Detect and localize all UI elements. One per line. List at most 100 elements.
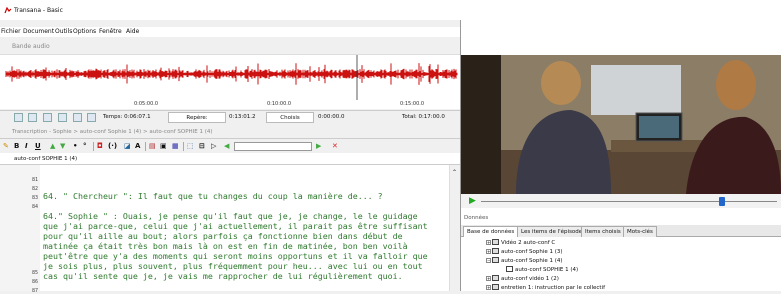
menu-options[interactable]: Options (73, 28, 96, 35)
media-icon (492, 248, 499, 254)
transcript-line: je sois plus, plus souvent, plus fréquem… (43, 261, 423, 271)
video-controls: ▶ (461, 194, 781, 208)
donnees-tabs: Base de données Les items de l'épisode I… (461, 225, 781, 237)
tree-item-label: auto-conf Sophie 1 (3) (501, 249, 563, 255)
menu-outils[interactable]: Outils (55, 28, 72, 35)
snapshot-tool-icon[interactable]: ◪ (124, 142, 131, 150)
underline-button[interactable]: U (35, 142, 41, 150)
tab-mots-cles[interactable]: Mots-clés (623, 226, 657, 237)
transcript-line: 64. " Chercheur ": Il faut que tu change… (43, 191, 383, 201)
edit-icon[interactable]: ✎ (3, 142, 9, 150)
expand-icon[interactable]: + (486, 249, 491, 254)
document-tab[interactable]: auto-conf SOPHIE 1 (4) (0, 153, 460, 165)
video-frame-graphic (461, 55, 781, 194)
tree-item-label: Vidéo 2 auto-conf C (501, 240, 556, 246)
document-tab-label: auto-conf SOPHIE 1 (4) (14, 156, 78, 162)
tab-items-episode[interactable]: Les items de l'épisode (517, 226, 587, 237)
tree-item[interactable]: auto-conf SOPHIE 1 (4) (506, 266, 578, 273)
save-icon[interactable]: ▦ (172, 142, 179, 150)
video-player[interactable] (461, 55, 781, 194)
play-icon[interactable]: ▶ (469, 196, 476, 206)
search-input[interactable] (234, 142, 312, 151)
tree-item[interactable]: + auto-conf vidéo 1 (2) (486, 275, 559, 282)
tree-item[interactable]: + Vidéo 2 auto-conf C (486, 239, 555, 246)
scroll-up-icon[interactable]: ⌃ (452, 169, 457, 176)
list-icon[interactable] (14, 113, 23, 122)
choisis-label: Choisis (280, 115, 300, 121)
temps-label: Temps: 0:06:07.1 (103, 114, 151, 120)
expand-icon[interactable]: + (486, 276, 491, 281)
menu-fenetre[interactable]: Fenêtre (99, 28, 122, 35)
repere-value: 0:13:01.2 (229, 114, 256, 120)
total-label: Total: 0:17:00.0 (402, 114, 445, 120)
choisis-value: 0:00:00.0 (318, 114, 345, 120)
zoom-in-icon[interactable] (28, 113, 37, 122)
ruler-tick: 0:05:00.0 (134, 101, 159, 107)
timecode-icon[interactable]: (·) (108, 142, 117, 150)
menu-document[interactable]: Document (23, 28, 54, 35)
tree-item-label: entretien 1: instruction par le collecti… (501, 285, 606, 291)
expand-icon[interactable]: + (486, 240, 491, 245)
search-back-icon[interactable]: ◀ (224, 142, 229, 150)
choisis-button[interactable]: Choisis (266, 112, 314, 123)
editor-scrollbar[interactable]: ⌃ (449, 165, 460, 291)
snapshot-icon[interactable] (73, 113, 82, 122)
tab-items-choisis[interactable]: Items choisis (581, 226, 625, 237)
dot-icon[interactable]: • (73, 142, 77, 150)
tree-item[interactable]: − auto-conf Sophie 1 (4) (486, 257, 563, 264)
search-icon[interactable]: ⬚ (187, 142, 194, 150)
seek-slider[interactable] (719, 197, 725, 206)
seek-track[interactable] (481, 201, 777, 202)
search-forward-icon[interactable]: ▶ (316, 142, 321, 150)
fall-icon[interactable]: ▼ (60, 142, 65, 150)
refresh-icon[interactable] (87, 113, 96, 122)
collapse-icon[interactable]: − (486, 258, 491, 263)
repere-button[interactable]: Repère: (168, 112, 226, 123)
rise-icon[interactable]: ▲ (50, 142, 55, 150)
breadcrumb-text: Transcription - Sophie > auto-conf Sophi… (12, 129, 213, 135)
app-logo-icon (4, 6, 12, 14)
degree-icon[interactable]: ° (83, 142, 87, 150)
tree-item[interactable]: + auto-conf Sophie 1 (3) (486, 248, 563, 255)
breadcrumb: Transcription - Sophie > auto-conf Sophi… (0, 127, 460, 137)
waveform[interactable] (0, 54, 460, 101)
print-icon[interactable]: ▤ (149, 142, 156, 150)
italic-button[interactable]: I (25, 142, 28, 150)
media-icon (492, 257, 499, 263)
separator (183, 142, 184, 151)
audio-header: Bande audio (0, 38, 460, 54)
time-ruler: 0:05:00.0 0:10:00.0 0:15:00.0 (0, 100, 460, 109)
media-icon (492, 239, 499, 245)
line-number: 84 (32, 204, 39, 210)
split-icon[interactable]: ⊟ (199, 142, 205, 150)
media-icon (492, 284, 499, 290)
repere-label: Repère: (186, 115, 208, 121)
title-bar: Transana - Basic (0, 0, 781, 20)
pause-icon[interactable]: ◘ (97, 142, 103, 150)
image-icon[interactable]: ▣ (160, 142, 167, 150)
donnees-label: Données (464, 215, 489, 221)
tree-item[interactable]: + entretien 1: instruction par le collect… (486, 284, 605, 291)
line-number: 87 (32, 288, 39, 294)
font-icon[interactable]: A (135, 142, 140, 150)
line-number: 85 (32, 270, 39, 276)
tree-item-label: auto-conf Sophie 1 (4) (501, 258, 563, 264)
format-toolbar: ✎ B I U ▲ ▼ • ° ◘ (·) ◪ A ▤ ▣ ▦ ⬚ ⊟ ▷ ◀ … (0, 138, 460, 153)
menu-aide[interactable]: Aide (126, 28, 139, 35)
separator (145, 142, 146, 151)
ruler-tick: 0:10:00.0 (267, 101, 292, 107)
transcript-line: cas qu'il sente que je, je vais me rappr… (43, 271, 403, 281)
separator (93, 142, 94, 151)
menu-fichier[interactable]: Fichier (1, 28, 21, 35)
play-outline-icon[interactable]: ▷ (211, 142, 216, 150)
bold-button[interactable]: B (14, 142, 19, 150)
expand-icon[interactable]: + (486, 285, 491, 290)
transcript-icon (506, 266, 513, 272)
donnees-header: Données (461, 213, 781, 223)
menu-bar: Fichier Document Outils Options Fenêtre … (0, 27, 460, 37)
close-icon[interactable]: ✕ (332, 142, 338, 150)
tab-base-de-donnees[interactable]: Base de données (463, 226, 519, 237)
zoom-out-icon[interactable] (43, 113, 52, 122)
zoom-reset-icon[interactable] (58, 113, 67, 122)
line-number: 82 (32, 186, 39, 192)
